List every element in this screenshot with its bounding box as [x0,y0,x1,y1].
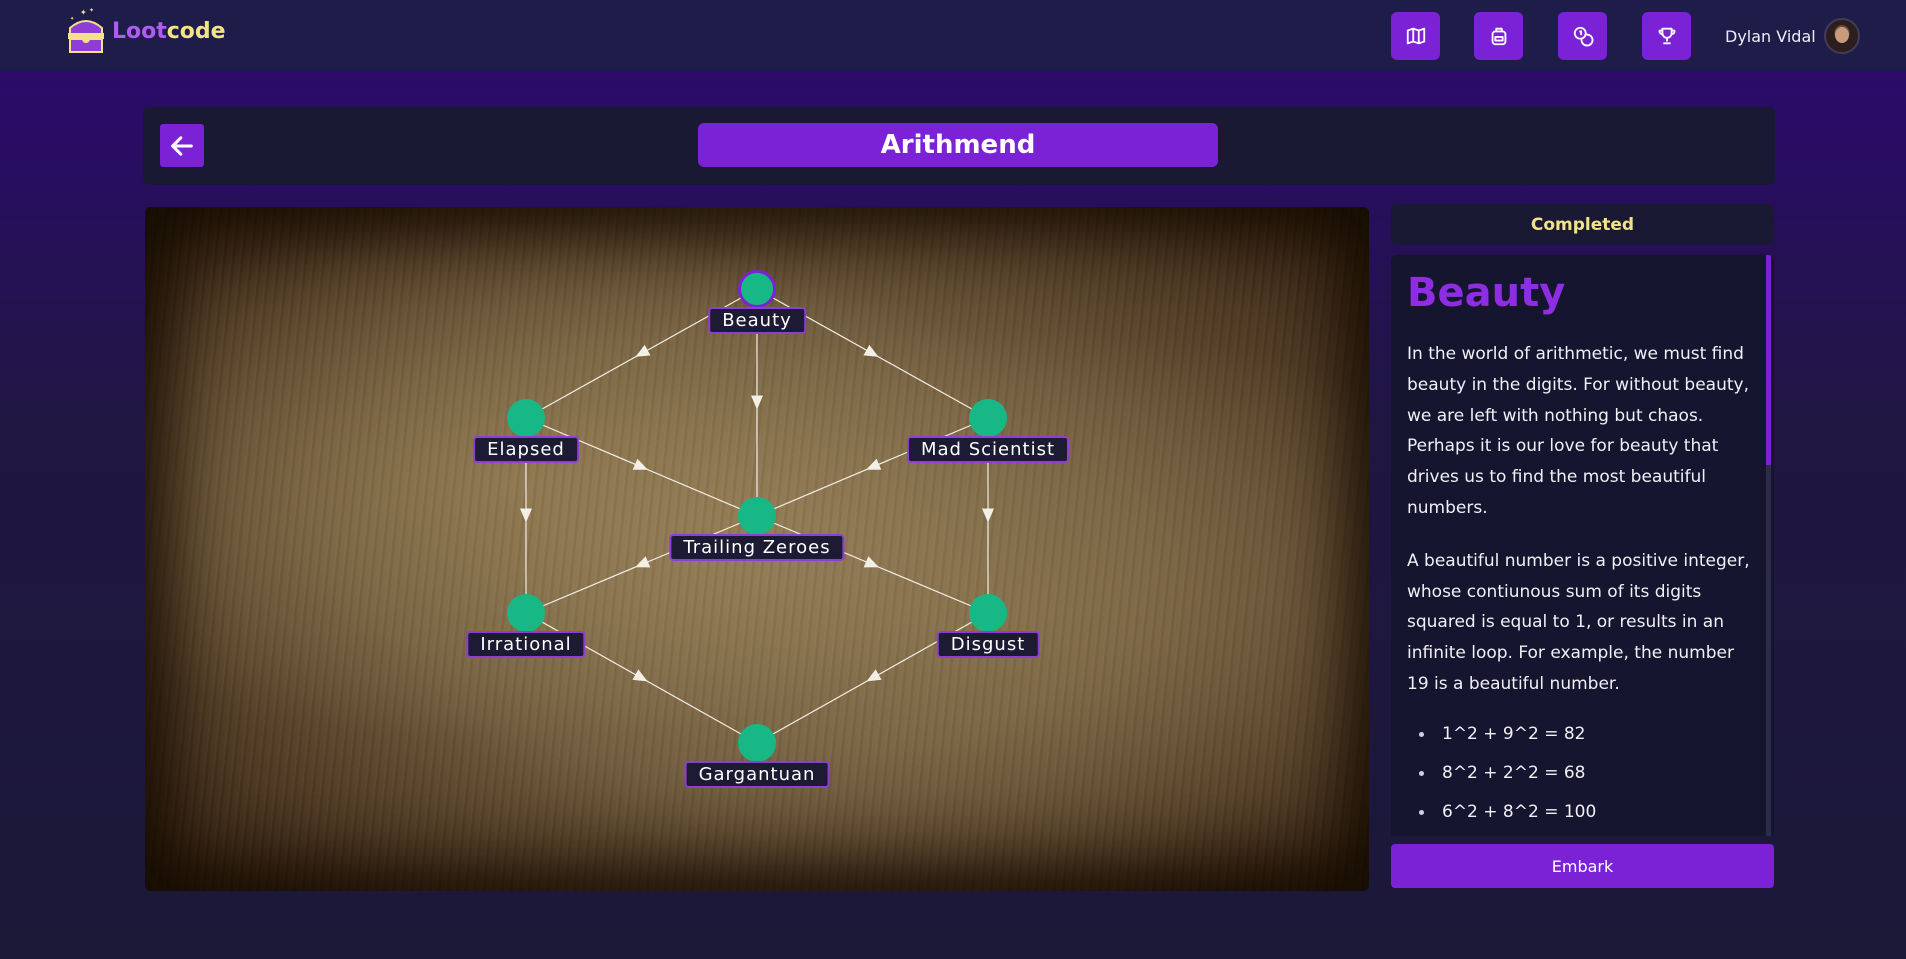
map-button[interactable] [1391,12,1440,60]
edge-arrow-icon [982,508,994,523]
map-edge [756,417,989,517]
quest-map: Beauty Elapsed Mad Scientist Trailing Zeroe… [145,207,1369,891]
backpack-icon [1491,27,1506,46]
page-title: Arithmend [698,123,1218,167]
map-edge [756,515,989,614]
map-node-elapsed[interactable] [507,399,545,437]
map-edge [525,515,758,614]
level-header: Arithmend [143,107,1775,185]
map-node-label-trailing-zeroes[interactable]: Trailing Zeroes [669,534,845,561]
coins-icon [1573,26,1593,47]
logo[interactable]: ✦ ✦ ✦ Lootcode [64,6,226,56]
map-node-label-irrational[interactable]: Irrational [466,631,586,658]
logo-text-loot: Loot [112,18,167,44]
edge-arrow-icon [635,556,651,568]
svg-text:✦: ✦ [70,16,74,22]
edge-arrow-icon [635,344,651,357]
edge-arrow-icon [751,395,763,410]
quest-paragraph-1: In the world of arithmetic, we must find… [1407,344,1749,518]
edge-arrow-icon [520,508,532,523]
map-node-disgust[interactable] [969,594,1007,632]
map-icon [1406,27,1425,45]
treasure-chest-icon: ✦ ✦ ✦ [68,7,104,53]
trophy-icon [1658,27,1675,45]
logo-text-code: code [166,18,226,44]
coins-button[interactable] [1558,12,1607,60]
quest-title: Beauty [1407,270,1566,316]
map-node-irrational[interactable] [507,594,545,632]
map-node-mad-scientist[interactable] [969,399,1007,437]
arrow-left-icon [171,135,193,156]
edge-arrow-icon [632,669,648,682]
avatar[interactable] [1823,18,1860,54]
quest-description-panel[interactable]: Beauty In the world of arithmetic, we mu… [1391,255,1774,836]
trophy-button[interactable] [1642,12,1691,60]
example-list: 1^2 + 9^2 = 82 8^2 + 2^2 = 68 6^2 + 8^2 … [1407,722,1752,836]
back-button[interactable] [160,124,204,167]
edge-arrow-icon [866,669,882,682]
map-node-label-disgust[interactable]: Disgust [936,631,1040,658]
quest-paragraph-2: A beautiful number is a positive integer… [1407,550,1750,694]
list-item: 8^2 + 2^2 = 68 [1407,761,1752,800]
user-menu[interactable]: Dylan Vidal [1725,17,1860,55]
scrollbar-thumb[interactable] [1766,255,1771,465]
map-node-trailing-zeroes[interactable] [738,497,776,535]
map-node-label-mad-scientist[interactable]: Mad Scientist [906,436,1070,463]
inventory-button[interactable] [1474,12,1523,60]
user-name: Dylan Vidal [1725,26,1816,46]
svg-text:✦: ✦ [80,8,87,17]
map-node-label-beauty[interactable]: Beauty [708,307,806,334]
edge-arrow-icon [866,458,882,470]
list-item: 1^2 + 9^2 = 82 [1407,722,1752,761]
map-node-gargantuan[interactable] [738,724,776,762]
edge-arrow-icon [863,556,879,568]
map-edge [525,417,758,517]
status-badge: Completed [1391,204,1774,245]
edge-arrow-icon [632,458,648,470]
map-node-label-gargantuan[interactable]: Gargantuan [684,761,830,788]
map-node-beauty[interactable] [738,270,776,308]
top-nav: ✦ ✦ ✦ Lootcode Dylan Vidal [0,0,1906,71]
list-item: 6^2 + 8^2 = 100 [1407,800,1752,836]
map-node-label-elapsed[interactable]: Elapsed [473,436,579,463]
edge-arrow-icon [863,344,879,357]
embark-button[interactable]: Embark [1391,844,1774,888]
svg-text:✦: ✦ [89,7,94,14]
